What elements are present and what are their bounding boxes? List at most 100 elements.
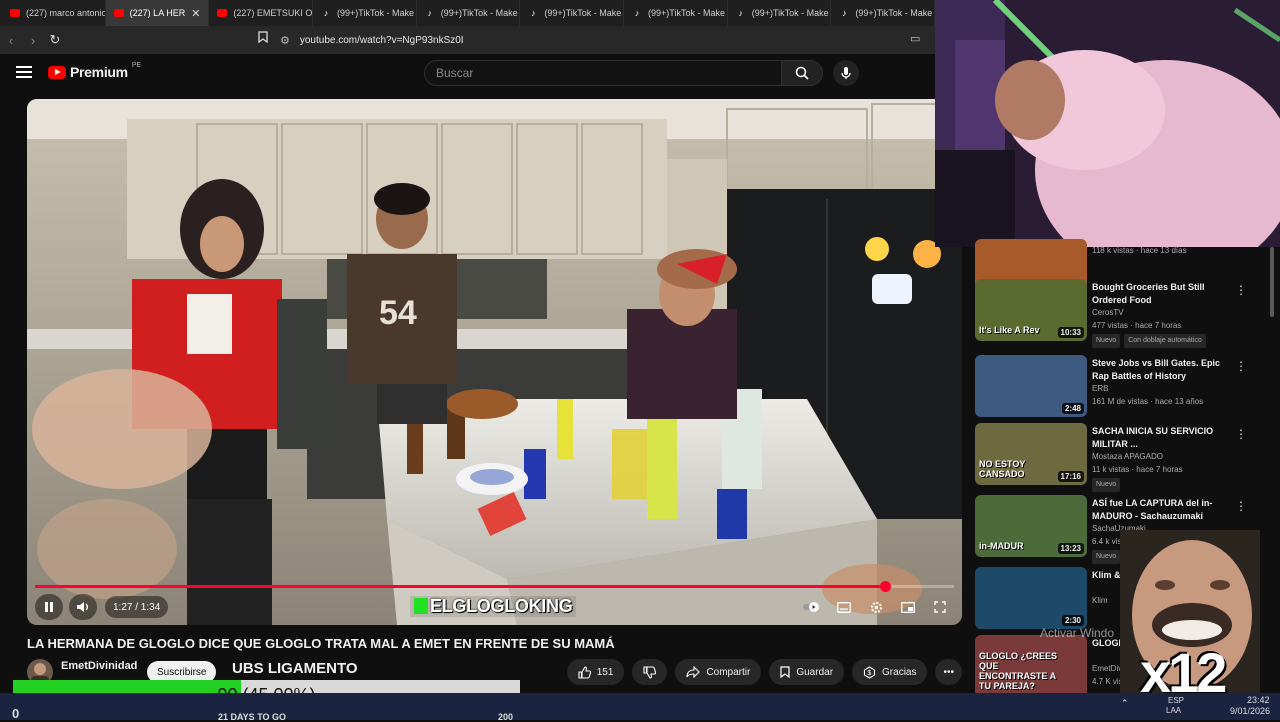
thanks-button[interactable]: $ Gracias	[852, 659, 928, 685]
video-actions: 151 Compartir Guardar $ Gracias •••	[566, 659, 962, 685]
view-count-and-age: 118 k vistas · hace 13 días	[1092, 246, 1187, 255]
keyboard-layout[interactable]: LAA	[1166, 706, 1181, 715]
view-count-and-age: 11 k vistas · hace 7 horas	[1092, 465, 1183, 474]
site-info-icon[interactable]: ⚙	[280, 34, 290, 47]
like-button[interactable]: 151	[566, 659, 625, 685]
more-vertical-icon[interactable]: ⋮	[1235, 283, 1247, 297]
recommended-video[interactable]: NO ESTOY CANSADO 17:16 SACHA INICIA SU SER…	[975, 423, 1265, 492]
youtube-icon	[10, 9, 20, 17]
tab-label: (99+)TikTok - Make	[337, 8, 414, 18]
autoplay-toggle[interactable]	[798, 594, 826, 620]
back-icon[interactable]: ‹	[0, 33, 22, 48]
thumbnail-text: in-MADUR	[979, 541, 1024, 551]
browser-tab[interactable]: ♪ (99+)TikTok - Make	[520, 0, 625, 26]
subtitles-button[interactable]	[830, 594, 858, 620]
more-actions-button[interactable]: •••	[935, 659, 962, 685]
save-label: Guardar	[796, 666, 834, 678]
more-vertical-icon[interactable]: ⋮	[1235, 427, 1247, 441]
more-vertical-icon[interactable]: ⋮	[1235, 359, 1247, 373]
pause-icon	[45, 602, 53, 612]
cast-icon[interactable]: ▭	[910, 32, 920, 45]
search-button[interactable]	[781, 60, 823, 86]
seek-bar[interactable]	[35, 581, 954, 592]
miniplayer-icon	[901, 601, 915, 613]
dislike-button[interactable]	[632, 659, 668, 685]
svg-text:$: $	[867, 670, 871, 677]
recommended-video-title[interactable]: ASÍ fue LA CAPTURA del in-MADURO - Sacha…	[1092, 497, 1232, 523]
browser-tab[interactable]: ♪ (99+)TikTok - Make	[831, 0, 936, 26]
browser-tab[interactable]: (227) EMETSUKI OR	[209, 0, 314, 26]
browser-tab[interactable]: (227) LA HER ✕	[105, 0, 210, 26]
browser-tab[interactable]: ♪ (99+)TikTok - Make	[624, 0, 728, 26]
search-input[interactable]: Buscar	[424, 60, 782, 86]
browser-tab[interactable]: (227) marco antonio	[2, 0, 106, 26]
sidebar-scrollbar[interactable]	[1270, 247, 1274, 317]
clock-date[interactable]: 9/01/2026	[1230, 706, 1270, 716]
webcam-frame	[935, 0, 1280, 247]
video-thumbnail[interactable]: 2:48	[975, 355, 1087, 417]
clock-time[interactable]: 23:42	[1247, 695, 1270, 705]
volume-button[interactable]	[69, 594, 97, 620]
save-button[interactable]: Guardar	[769, 659, 845, 685]
tiktok-icon: ♪	[427, 8, 432, 18]
voice-search-button[interactable]	[833, 60, 859, 86]
recommended-video-title[interactable]: Steve Jobs vs Bill Gates. Epic Rap Battl…	[1092, 357, 1232, 383]
keyboard-language[interactable]: ESP	[1168, 696, 1184, 705]
super-thanks-icon: $	[863, 665, 876, 679]
video-thumbnail[interactable]: NO ESTOY CANSADO 17:16	[975, 423, 1087, 485]
video-title: LA HERMANA DE GLOGLO DICE QUE GLOGLO TRA…	[27, 636, 615, 651]
goal-start-count: 0	[12, 706, 20, 721]
recommended-video-title[interactable]: Bought Groceries But Still Ordered Food	[1092, 281, 1232, 307]
share-button[interactable]: Compartir	[675, 659, 762, 685]
seek-bar-scrubber[interactable]	[880, 581, 892, 592]
tab-label: (99+)TikTok - Make	[440, 8, 518, 18]
video-thumbnail[interactable]: in-MADUR 13:23	[975, 495, 1087, 557]
tiktok-icon: ♪	[323, 8, 329, 18]
recommended-video[interactable]: It's Like A Rev 10:33 Bought Groceries But…	[975, 279, 1265, 348]
recommended-video-title[interactable]: SACHA INICIA SU SERVICIO MILITAR ...	[1092, 425, 1232, 451]
bookmark-icon	[780, 666, 790, 678]
more-vertical-icon[interactable]: ⋮	[1235, 499, 1247, 513]
pause-button[interactable]	[35, 594, 63, 620]
microphone-icon	[841, 67, 851, 79]
thumbnail-text: GLOGLO ¿CREES QUE ENCONTRASTE A TU PAREJ…	[979, 651, 1058, 691]
video-thumbnail[interactable]: GLOGLO ¿CREES QUE ENCONTRASTE A TU PAREJ…	[975, 635, 1087, 697]
miniplayer-button[interactable]	[894, 594, 922, 620]
thanks-label: Gracias	[882, 666, 917, 678]
tray-chevron-icon[interactable]: ⌃	[1121, 698, 1129, 709]
forward-icon[interactable]: ›	[22, 33, 44, 48]
recommended-video[interactable]: 2:48 Steve Jobs vs Bill Gates. Epic Rap B…	[975, 355, 1265, 423]
browser-tab[interactable]: ♪ (99+)TikTok - Make	[313, 0, 417, 26]
recommended-channel[interactable]: Klim	[1092, 595, 1108, 607]
settings-button[interactable]	[862, 594, 890, 620]
volume-icon	[77, 602, 88, 612]
tiktok-icon: ♪	[531, 8, 536, 18]
tiktok-icon: ♪	[634, 8, 640, 18]
tab-close-icon[interactable]: ✕	[191, 7, 200, 20]
fullscreen-button[interactable]	[926, 594, 954, 620]
video-player[interactable]: 54 1:27 / 1:34 ELGLOGLOKING	[27, 99, 962, 625]
url-text: youtube.com/watch?v=NgP93nkSz0I	[299, 34, 464, 46]
video-thumbnail[interactable]: It's Like A Rev 10:33	[975, 279, 1087, 341]
video-duration: 2:48	[1061, 403, 1084, 414]
url-field[interactable]: ⚙ youtube.com/watch?v=NgP93nkSz0I	[280, 31, 920, 49]
video-frame: 54	[27, 99, 962, 625]
youtube-premium-logo[interactable]: Premium PE	[48, 62, 141, 80]
caption-text: ELGLOGLOKING	[430, 596, 573, 616]
tab-label: (99+)TikTok - Make	[648, 8, 725, 18]
bookmark-icon[interactable]	[258, 31, 268, 46]
browser-tab[interactable]: ♪ (99+)TikTok - Make	[728, 0, 832, 26]
tiktok-icon: ♪	[842, 8, 847, 18]
recommended-channel[interactable]: ERB	[1092, 383, 1108, 395]
video-thumbnail[interactable]: 2:30	[975, 567, 1087, 629]
channel-name[interactable]: EmetDivinidad	[61, 660, 137, 672]
reload-icon[interactable]: ↻	[44, 32, 66, 48]
menu-icon[interactable]	[16, 66, 32, 78]
browser-tab[interactable]: ♪ (99+)TikTok - Make	[417, 0, 521, 26]
thumbs-up-icon	[578, 665, 591, 679]
recommended-channel[interactable]: CerosTV	[1092, 307, 1124, 319]
badge-row: Nuevo	[1092, 478, 1124, 492]
search-icon	[795, 66, 809, 80]
view-count-and-age: 477 vistas · hace 7 horas	[1092, 321, 1182, 330]
recommended-channel[interactable]: Mostaza APAGADO	[1092, 451, 1163, 463]
